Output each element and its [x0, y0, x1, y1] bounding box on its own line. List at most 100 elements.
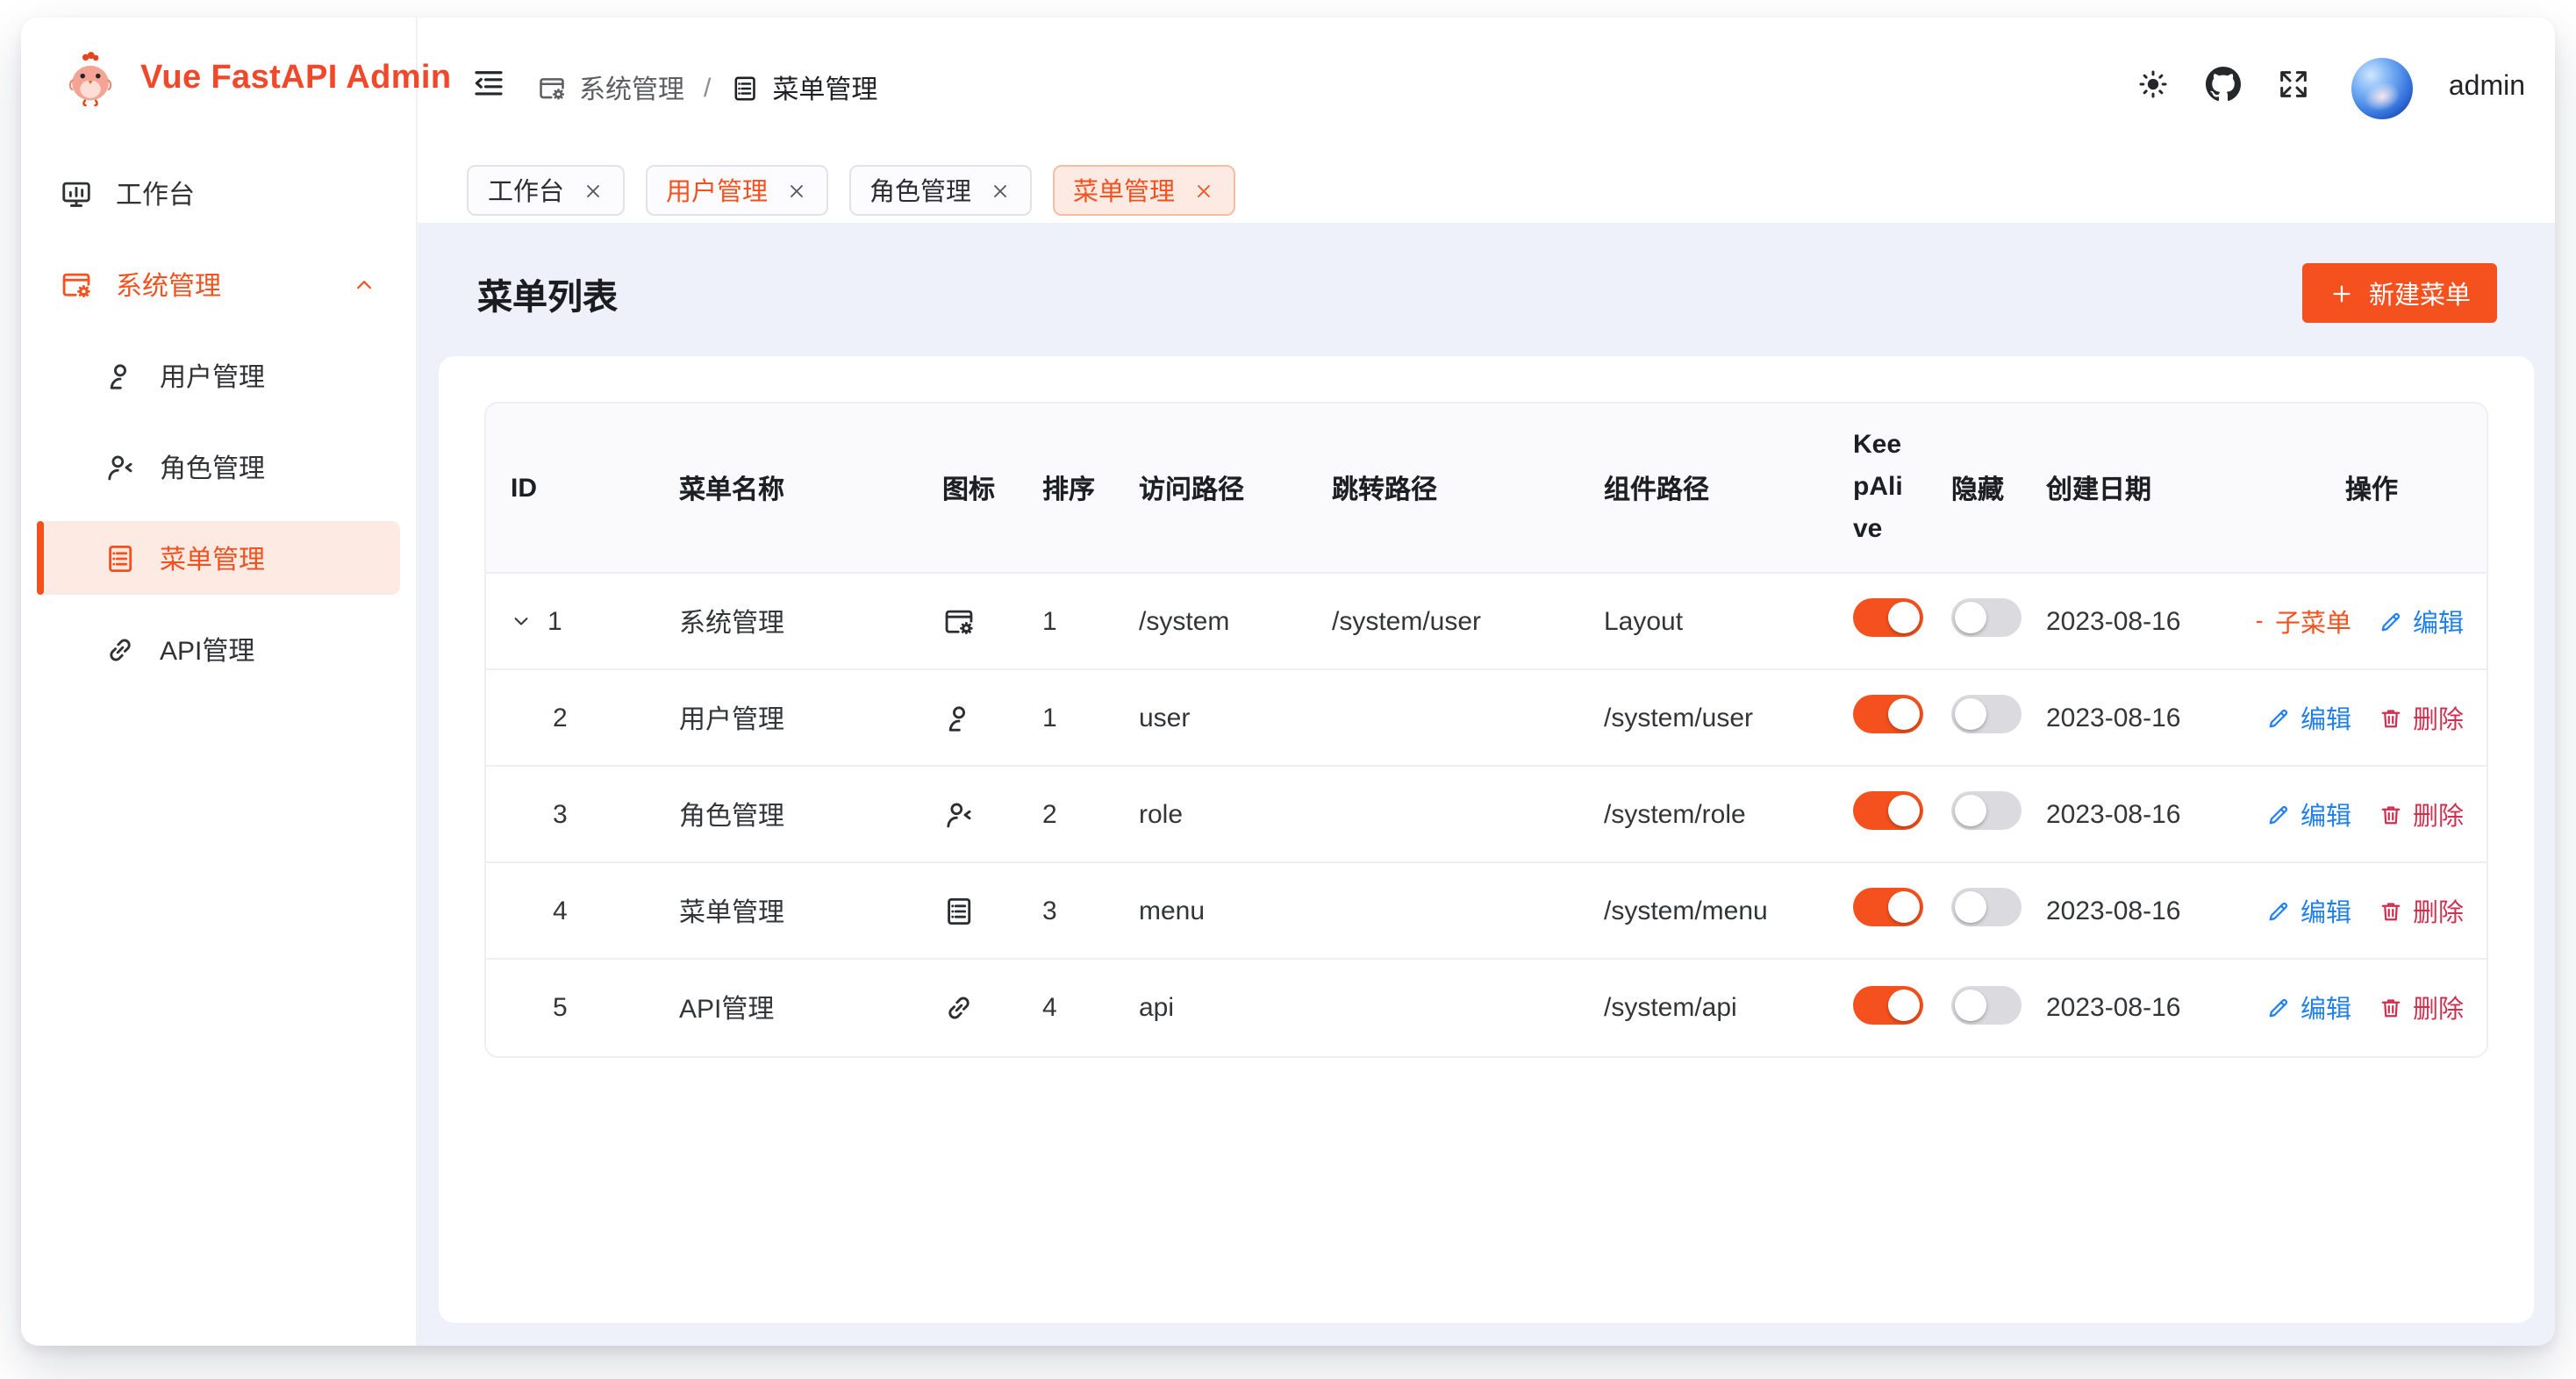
column-header-component: 组件路径 [1586, 469, 1835, 506]
tab-close-icon[interactable] [582, 180, 603, 201]
menu-table: ID菜单名称图标排序访问路径跳转路径组件路径KeepAlive隐藏创建日期操作 … [484, 402, 2488, 1058]
cell-id: 1 [486, 606, 662, 636]
column-header-id: ID [486, 473, 662, 503]
sidebar-item-role[interactable]: 角色管理 [37, 430, 400, 504]
tab-workbench[interactable]: 工作台 [467, 165, 624, 216]
trash-icon [2378, 704, 2404, 731]
content-area: 菜单列表 新建菜单 ID菜单名称图标排序访问路径跳转路径组件路径KeepAliv… [418, 223, 2555, 1346]
column-header-redirect: 跳转路径 [1314, 469, 1586, 506]
sidebar-item-workbench[interactable]: 工作台 [37, 156, 400, 230]
edit-button[interactable]: 编辑 [2265, 796, 2351, 832]
column-header-keepalive: KeepAlive [1835, 425, 1934, 551]
window-gear-icon [60, 268, 93, 301]
cell-keepalive [1835, 985, 1934, 1031]
toggle-knob [1888, 989, 1920, 1020]
cell-keepalive [1835, 598, 1934, 644]
window-gear-icon [942, 604, 976, 638]
expand-icon [2277, 66, 2312, 110]
delete-button[interactable]: 删除 [2378, 796, 2464, 832]
hidden-toggle[interactable] [1951, 888, 2021, 926]
tab-close-icon[interactable] [989, 180, 1010, 201]
trash-icon [2378, 995, 2404, 1021]
edit-pencil-icon [2265, 704, 2292, 731]
keepalive-toggle[interactable] [1853, 598, 1923, 637]
edit-button[interactable]: 编辑 [2265, 892, 2351, 929]
cell-component: /system/menu [1586, 896, 1835, 925]
toggle-knob [1888, 698, 1920, 730]
keepalive-toggle[interactable] [1853, 791, 1923, 830]
keepalive-toggle[interactable] [1853, 985, 1923, 1024]
cell-date: 2023-08-16 [2029, 799, 2257, 829]
toggle-knob [1955, 602, 1986, 633]
app-window: Vue FastAPI Admin 工作台系统管理用户管理角色管理菜单管理API… [21, 18, 2555, 1346]
menu-list-icon [730, 73, 760, 103]
row-id: 2 [553, 703, 568, 732]
hidden-toggle[interactable] [1951, 598, 2021, 637]
row-expand-toggle[interactable] [509, 609, 533, 633]
cell-date: 2023-08-16 [2029, 993, 2257, 1023]
cell-id: 2 [486, 703, 662, 732]
app-stage: Vue FastAPI Admin 工作台系统管理用户管理角色管理菜单管理API… [0, 0, 2576, 1379]
app-logo[interactable]: Vue FastAPI Admin [21, 18, 416, 133]
breadcrumb-item[interactable]: 系统管理 [537, 69, 684, 106]
hidden-toggle[interactable] [1951, 985, 2021, 1024]
sidebar-item-api[interactable]: API管理 [37, 612, 400, 686]
edit-button[interactable]: 编辑 [2378, 603, 2464, 639]
fullscreen-button[interactable] [2277, 66, 2312, 110]
keepalive-toggle[interactable] [1853, 888, 1923, 926]
cell-component: /system/user [1586, 703, 1835, 732]
sidebar-item-user[interactable]: 用户管理 [37, 339, 400, 412]
toggle-knob [1955, 989, 1986, 1020]
hidden-toggle[interactable] [1951, 791, 2021, 830]
tab-close-icon[interactable] [1192, 180, 1213, 201]
create-menu-button[interactable]: 新建菜单 [2302, 263, 2497, 323]
plus-icon [2329, 280, 2355, 306]
theme-button[interactable] [2136, 66, 2172, 110]
cell-keepalive [1835, 888, 1934, 933]
avatar[interactable] [2352, 57, 2414, 118]
cell-date: 2023-08-16 [2029, 703, 2257, 732]
sidebar-item-system[interactable]: 系统管理 [37, 247, 400, 321]
row-id: 1 [547, 606, 562, 636]
row-id: 5 [553, 993, 568, 1023]
trash-icon [2378, 897, 2404, 924]
hidden-toggle[interactable] [1951, 695, 2021, 733]
tab-user[interactable]: 用户管理 [645, 165, 827, 216]
cell-id: 4 [486, 896, 662, 925]
page-head: 菜单列表 新建菜单 [418, 223, 2555, 356]
edit-button[interactable]: 编辑 [2265, 699, 2351, 736]
sidebar: Vue FastAPI Admin 工作台系统管理用户管理角色管理菜单管理 API… [21, 18, 418, 1346]
tab-close-icon[interactable] [785, 180, 806, 201]
cell-sort: 1 [1025, 703, 1121, 732]
tab-menu[interactable]: 菜单管理 [1052, 165, 1234, 216]
tab-role[interactable]: 角色管理 [848, 165, 1031, 216]
sidebar-collapse-button[interactable] [470, 65, 507, 111]
page-title: 菜单列表 [477, 268, 618, 318]
menu-list-icon [942, 894, 976, 927]
cell-icon [925, 991, 1025, 1025]
toggle-knob [1955, 698, 1986, 730]
cell-path: role [1121, 799, 1314, 829]
github-button[interactable] [2207, 66, 2242, 110]
edit-button[interactable]: 编辑 [2265, 990, 2351, 1026]
cell-path: api [1121, 993, 1314, 1023]
submenu-button[interactable]: 子菜单 [2257, 603, 2351, 639]
row-id: 3 [553, 799, 568, 829]
sidebar-item-label: 工作台 [116, 175, 195, 211]
delete-button[interactable]: 删除 [2378, 990, 2464, 1026]
breadcrumb-item[interactable]: 菜单管理 [730, 69, 877, 106]
breadcrumb-label: 菜单管理 [772, 69, 877, 106]
cell-hidden [1934, 791, 2029, 837]
delete-button[interactable]: 删除 [2378, 892, 2464, 929]
keepalive-toggle[interactable] [1853, 695, 1923, 733]
username[interactable]: admin [2449, 72, 2525, 104]
cell-date: 2023-08-16 [2029, 896, 2257, 925]
action-label: 删除 [2413, 892, 2464, 929]
header-actions [2136, 66, 2312, 110]
cell-hidden [1934, 888, 2029, 933]
action-label: 子菜单 [2275, 603, 2351, 639]
header-bar: 系统管理/菜单管理 admin [418, 18, 2555, 158]
sidebar-item-menu[interactable]: 菜单管理 [37, 521, 400, 595]
delete-button[interactable]: 删除 [2378, 699, 2464, 736]
user-icon [104, 359, 137, 392]
